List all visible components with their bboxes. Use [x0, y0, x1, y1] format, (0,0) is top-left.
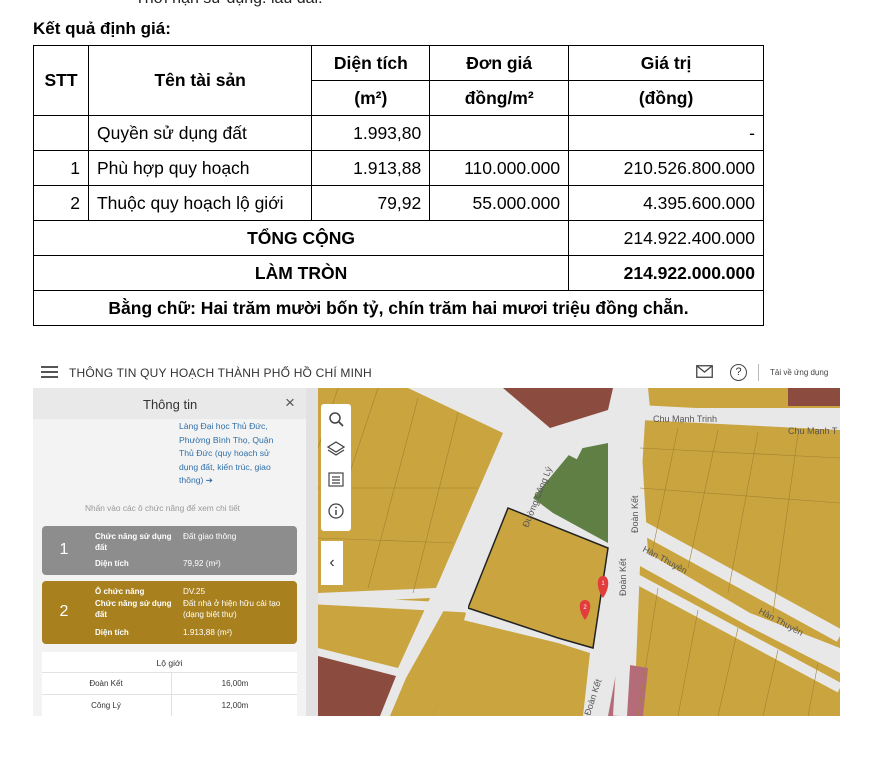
search-icon[interactable]	[325, 408, 347, 430]
info-panel: Thông tin × Làng Đại học Thủ Đức, Phường…	[33, 388, 306, 716]
card-number: 2	[59, 603, 69, 620]
location-link[interactable]: Làng Đại học Thủ Đức, Phường Bình Thọ, Q…	[179, 420, 287, 488]
cell-value: -	[568, 115, 764, 151]
amount-in-words: Bằng chữ: Hai trăm mười bốn tỷ, chín tră…	[33, 290, 764, 326]
card-key: Ô chức năng	[95, 587, 145, 596]
card-value: Đất giao thông	[183, 532, 237, 541]
info-panel-header: Thông tin ×	[33, 388, 306, 419]
road-name: Đoàn Kết	[89, 679, 123, 688]
card-value: 1.913,88 (m²)	[183, 628, 233, 637]
table-row: 2 Thuộc quy hoạch lộ giới 79,92 55.000.0…	[33, 185, 764, 221]
header-area: Diện tích	[311, 45, 431, 81]
table-row: 1 Phù hợp quy hoạch 1.913,88 110.000.000…	[33, 150, 764, 186]
cell-stt: 2	[33, 185, 89, 221]
list-icon[interactable]	[325, 468, 347, 490]
map-toolbar	[321, 404, 351, 531]
header-price: Đơn giá	[429, 45, 570, 81]
chevron-left-icon[interactable]: ‹	[321, 541, 343, 585]
road-width-title: Lộ giới	[156, 658, 183, 668]
card-value: DV.25	[183, 587, 206, 596]
cell-value: 210.526.800.000	[568, 150, 764, 186]
rounded-value: 214.922.000.000	[568, 255, 764, 291]
table-row: Quyền sử dụng đất 1.993,80 -	[33, 115, 764, 151]
header-value: Giá trị	[568, 45, 764, 81]
table-row: Công Lý 12,00m	[42, 694, 297, 716]
cell-stt: 1	[33, 150, 89, 186]
header-area-unit: (m²)	[311, 80, 431, 116]
cell-value: 4.395.600.000	[568, 185, 764, 221]
card-number: 1	[59, 541, 69, 558]
cell-area: 1.913,88	[311, 150, 431, 186]
cell-price: 55.000.000	[429, 185, 570, 221]
card-key: Chức năng sử dụng đất	[95, 599, 172, 619]
panel-scrollbar[interactable]	[306, 388, 318, 716]
rounded-row: LÀM TRÒN 214.922.000.000	[32, 255, 764, 291]
header-name: Tên tài sản	[87, 45, 313, 116]
road-label: Đoàn Kết	[618, 558, 628, 596]
cell-stt	[33, 115, 89, 151]
info-icon[interactable]	[325, 500, 347, 522]
total-label: TỔNG CỘNG	[32, 220, 570, 256]
cell-price	[429, 115, 570, 151]
road-width-table: Lộ giới Đoàn Kết 16,00m Công Lý 12,00m	[42, 652, 297, 716]
download-app-link[interactable]: Tải về ứng dụng	[770, 368, 828, 377]
road-width: 12,00m	[171, 695, 298, 716]
info-panel-title: Thông tin	[143, 397, 198, 412]
total-value: 214.922.400.000	[568, 220, 764, 256]
mail-icon[interactable]	[696, 365, 713, 378]
road-label: Chu Mạnh T	[788, 426, 838, 436]
close-icon[interactable]: ×	[285, 393, 295, 413]
menu-icon[interactable]	[41, 366, 58, 379]
hint-text: Nhấn vào các ô chức năng để xem chi tiết	[85, 503, 240, 513]
function-card-1[interactable]: 1 Chức năng sử dụng đất Đất giao thông D…	[42, 526, 297, 575]
function-card-2[interactable]: 2 Ô chức năng DV.25 Chức năng sử dụng đấ…	[42, 581, 297, 644]
previous-line: Thời hạn sử dụng: lâu dài.	[135, 0, 323, 8]
cell-name: Phù hợp quy hoạch	[87, 150, 313, 186]
card-value: 79,92 (m²)	[183, 559, 221, 568]
road-label: Đoàn Kết	[630, 495, 640, 533]
app-title: THÔNG TIN QUY HOẠCH THÀNH PHỐ HỒ CHÍ MIN…	[69, 366, 372, 380]
layers-icon[interactable]	[325, 438, 347, 460]
cell-area: 79,92	[311, 185, 431, 221]
card-key: Chức năng sử dụng đất	[95, 532, 172, 552]
app-top-bar: THÔNG TIN QUY HOẠCH THÀNH PHỐ HỒ CHÍ MIN…	[33, 356, 840, 388]
amount-in-words-row: Bằng chữ: Hai trăm mười bốn tỷ, chín tră…	[33, 290, 764, 326]
cell-price: 110.000.000	[429, 150, 570, 186]
valuation-heading: Kết quả định giá:	[33, 19, 171, 38]
total-row: TỔNG CỘNG 214.922.400.000	[32, 220, 764, 256]
divider	[758, 364, 759, 381]
header-price-unit: đồng/m²	[429, 80, 570, 116]
road-width: 16,00m	[171, 673, 298, 694]
header-value-unit: (đồng)	[568, 80, 764, 116]
valuation-table: STT Tên tài sản Diện tích Đơn giá Giá tr…	[32, 45, 764, 326]
help-icon[interactable]: ?	[730, 364, 747, 381]
cell-area: 1.993,80	[311, 115, 431, 151]
table-row: Đoàn Kết 16,00m	[42, 672, 297, 694]
header-stt: STT	[33, 45, 89, 116]
card-key: Diện tích	[95, 628, 129, 637]
card-key: Diện tích	[95, 559, 129, 568]
road-name: Công Lý	[91, 701, 121, 710]
cell-name: Quyền sử dụng đất	[87, 115, 313, 151]
card-value: Đất nhà ở hiện hữu cải tạo (dạng biệt th…	[183, 599, 281, 619]
planning-app-screenshot: THÔNG TIN QUY HOẠCH THÀNH PHỐ HỒ CHÍ MIN…	[33, 356, 840, 716]
planning-map[interactable]: Chu Mạnh Trinh Chu Mạnh T Đường Công Lý …	[318, 388, 840, 716]
rounded-label: LÀM TRÒN	[32, 255, 570, 291]
road-label: Chu Mạnh Trinh	[653, 414, 717, 424]
cell-name: Thuộc quy hoạch lộ giới	[87, 185, 313, 221]
